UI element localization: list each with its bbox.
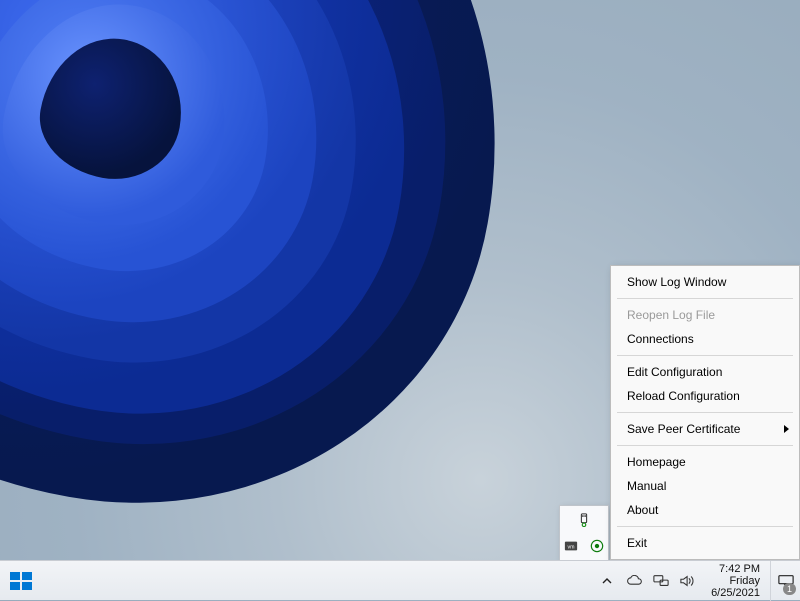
network-icon[interactable] xyxy=(653,573,669,589)
menu-save-peer-certificate[interactable]: Save Peer Certificate xyxy=(611,417,799,441)
menu-manual[interactable]: Manual xyxy=(611,474,799,498)
menu-separator xyxy=(617,298,793,299)
notification-badge: 1 xyxy=(783,583,796,595)
menu-separator xyxy=(617,412,793,413)
tray-context-menu: Show Log Window Reopen Log File Connecti… xyxy=(610,265,800,560)
onedrive-cloud-icon[interactable] xyxy=(626,573,642,589)
taskbar: 7:42 PM Friday 6/25/2021 1 xyxy=(0,560,800,600)
menu-reopen-log-file: Reopen Log File xyxy=(611,303,799,327)
menu-separator xyxy=(617,526,793,527)
vm-tools-icon[interactable]: vm xyxy=(563,538,579,554)
clock-date: 6/25/2021 xyxy=(711,587,760,599)
menu-show-log-window[interactable]: Show Log Window xyxy=(611,270,799,294)
clock-time: 7:42 PM xyxy=(711,563,760,575)
clock-day: Friday xyxy=(711,575,760,587)
usb-eject-icon[interactable] xyxy=(576,512,592,528)
taskbar-clock[interactable]: 7:42 PM Friday 6/25/2021 xyxy=(707,563,764,599)
menu-about[interactable]: About xyxy=(611,498,799,522)
menu-item-label: Save Peer Certificate xyxy=(627,422,740,436)
menu-edit-configuration[interactable]: Edit Configuration xyxy=(611,360,799,384)
tray-overflow-chevron-up-icon[interactable] xyxy=(599,573,615,589)
menu-separator xyxy=(617,355,793,356)
menu-connections[interactable]: Connections xyxy=(611,327,799,351)
svg-text:vm: vm xyxy=(568,545,576,551)
stunnel-tray-icon[interactable] xyxy=(589,538,605,554)
wallpaper-bloom xyxy=(0,0,560,560)
menu-reload-configuration[interactable]: Reload Configuration xyxy=(611,384,799,408)
start-button[interactable] xyxy=(0,572,42,590)
action-center-button[interactable]: 1 xyxy=(770,561,800,601)
tray-overflow-popup: vm xyxy=(559,505,609,561)
menu-exit[interactable]: Exit xyxy=(611,531,799,555)
system-tray: 7:42 PM Friday 6/25/2021 xyxy=(599,563,770,599)
windows-logo-icon xyxy=(10,572,32,590)
menu-separator xyxy=(617,445,793,446)
menu-homepage[interactable]: Homepage xyxy=(611,450,799,474)
volume-icon[interactable] xyxy=(680,573,696,589)
chevron-right-icon xyxy=(784,425,789,433)
